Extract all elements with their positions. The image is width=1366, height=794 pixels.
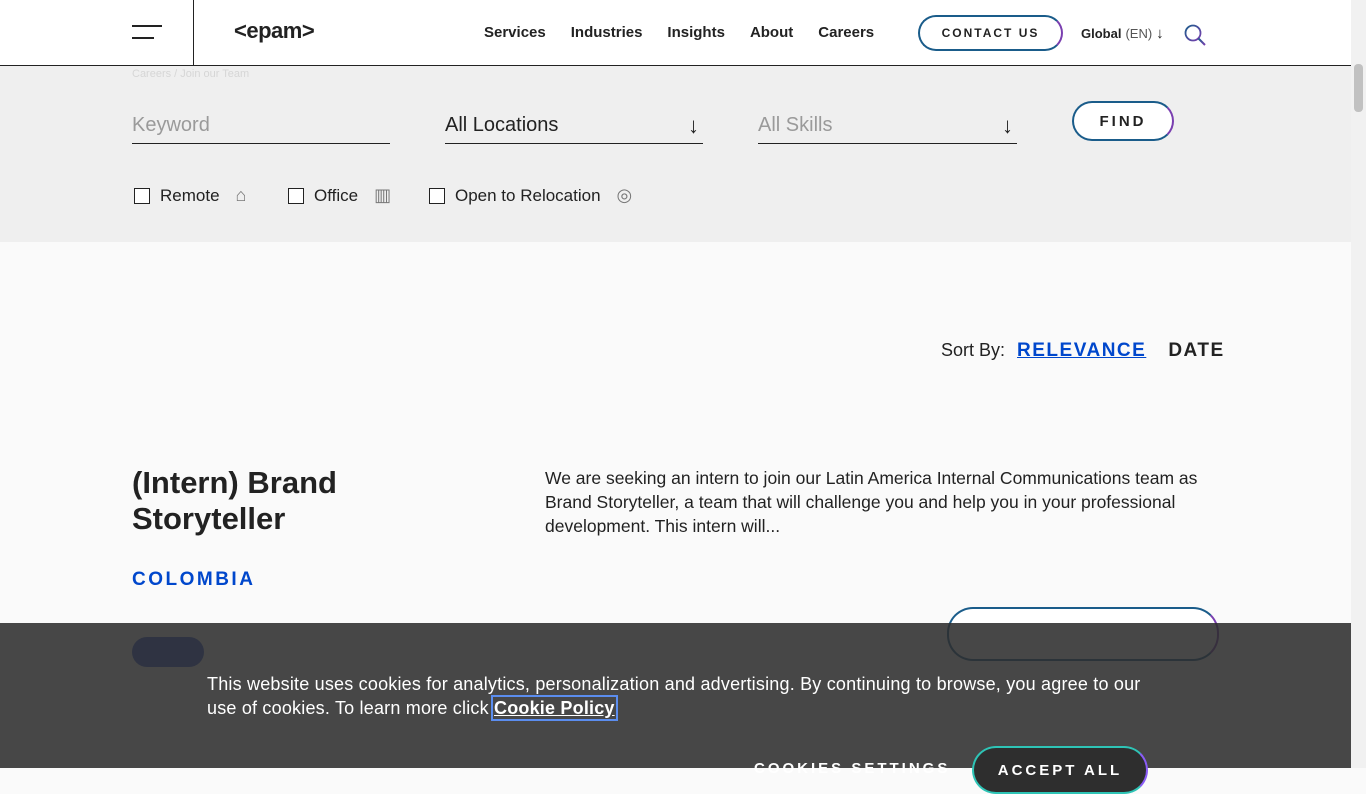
sort-bar: Sort By: RELEVANCE DATE — [941, 340, 1225, 362]
sort-date-link[interactable]: DATE — [1168, 340, 1224, 362]
remote-checkbox-box[interactable] — [134, 187, 150, 204]
menu-icon[interactable] — [132, 25, 162, 39]
job-country: COLOMBIA — [132, 569, 256, 590]
sort-label: Sort By: — [941, 340, 1006, 360]
region-language: (EN) — [1125, 26, 1153, 41]
nav-insights[interactable]: Insights — [667, 24, 725, 41]
epam-logo[interactable]: <epam> — [234, 18, 315, 44]
contact-us-button[interactable]: CONTACT US — [918, 15, 1063, 51]
remote-label: Remote — [160, 185, 220, 205]
job-filter-panel: Careers / Join our Team — [0, 66, 1351, 242]
keyword-placeholder: Keyword — [132, 114, 210, 136]
cookie-message-text: This website uses cookies for analytics,… — [207, 674, 1141, 718]
cookie-banner: This website uses cookies for analytics,… — [0, 623, 1351, 794]
site-header: <epam> Services Industries Insights Abou… — [0, 0, 1351, 66]
page-scrollbar[interactable] — [1351, 0, 1366, 768]
scrollbar-thumb[interactable] — [1354, 64, 1363, 112]
region-label: Global — [1081, 26, 1122, 41]
house-icon: ⌂ — [235, 185, 247, 205]
find-button[interactable]: FIND — [1072, 101, 1174, 141]
region-selector[interactable]: Global (EN) ↓ — [1081, 25, 1164, 42]
cookie-message: This website uses cookies for analytics,… — [207, 672, 1157, 721]
sort-relevance-link[interactable]: RELEVANCE — [1017, 340, 1146, 362]
office-checkbox-box[interactable] — [288, 187, 304, 204]
arrow-down-icon: ↓ — [1002, 112, 1013, 138]
relocation-checkbox-box[interactable] — [429, 187, 445, 204]
location-value: All Locations — [445, 114, 559, 136]
job-title[interactable]: (Intern) Brand Storyteller — [132, 465, 432, 537]
search-icon[interactable] — [1183, 23, 1207, 47]
nav-careers[interactable]: Careers — [818, 24, 874, 41]
keyword-input[interactable]: Keyword — [132, 108, 390, 144]
header-divider — [193, 0, 194, 65]
nav-industries[interactable]: Industries — [571, 24, 643, 41]
cookie-policy-link[interactable]: Cookie Policy — [491, 695, 618, 721]
arrow-down-icon: ↓ — [1156, 25, 1164, 42]
relocation-checkbox[interactable]: Open to Relocation ◎ — [429, 185, 632, 206]
location-select[interactable]: All Locations ↓ — [445, 108, 703, 144]
remote-checkbox[interactable]: Remote ⌂ — [134, 185, 246, 206]
office-checkbox[interactable]: Office ▥ — [288, 185, 391, 206]
nav-services[interactable]: Services — [484, 24, 546, 41]
cookies-settings-button[interactable]: COOKIES SETTINGS — [754, 760, 950, 777]
breadcrumb: Careers / Join our Team — [132, 68, 250, 80]
nav-about[interactable]: About — [750, 24, 793, 41]
building-icon: ▥ — [374, 185, 392, 205]
globe-icon: ◎ — [616, 185, 633, 205]
skills-placeholder: All Skills — [758, 114, 833, 136]
relocation-label: Open to Relocation — [455, 185, 601, 205]
arrow-down-icon: ↓ — [688, 112, 699, 138]
skills-select[interactable]: All Skills ↓ — [758, 108, 1017, 144]
main-nav: Services Industries Insights About Caree… — [484, 24, 874, 41]
office-label: Office — [314, 185, 359, 205]
accept-all-button[interactable]: ACCEPT ALL — [972, 746, 1148, 794]
job-description: We are seeking an intern to join our Lat… — [545, 468, 1198, 536]
